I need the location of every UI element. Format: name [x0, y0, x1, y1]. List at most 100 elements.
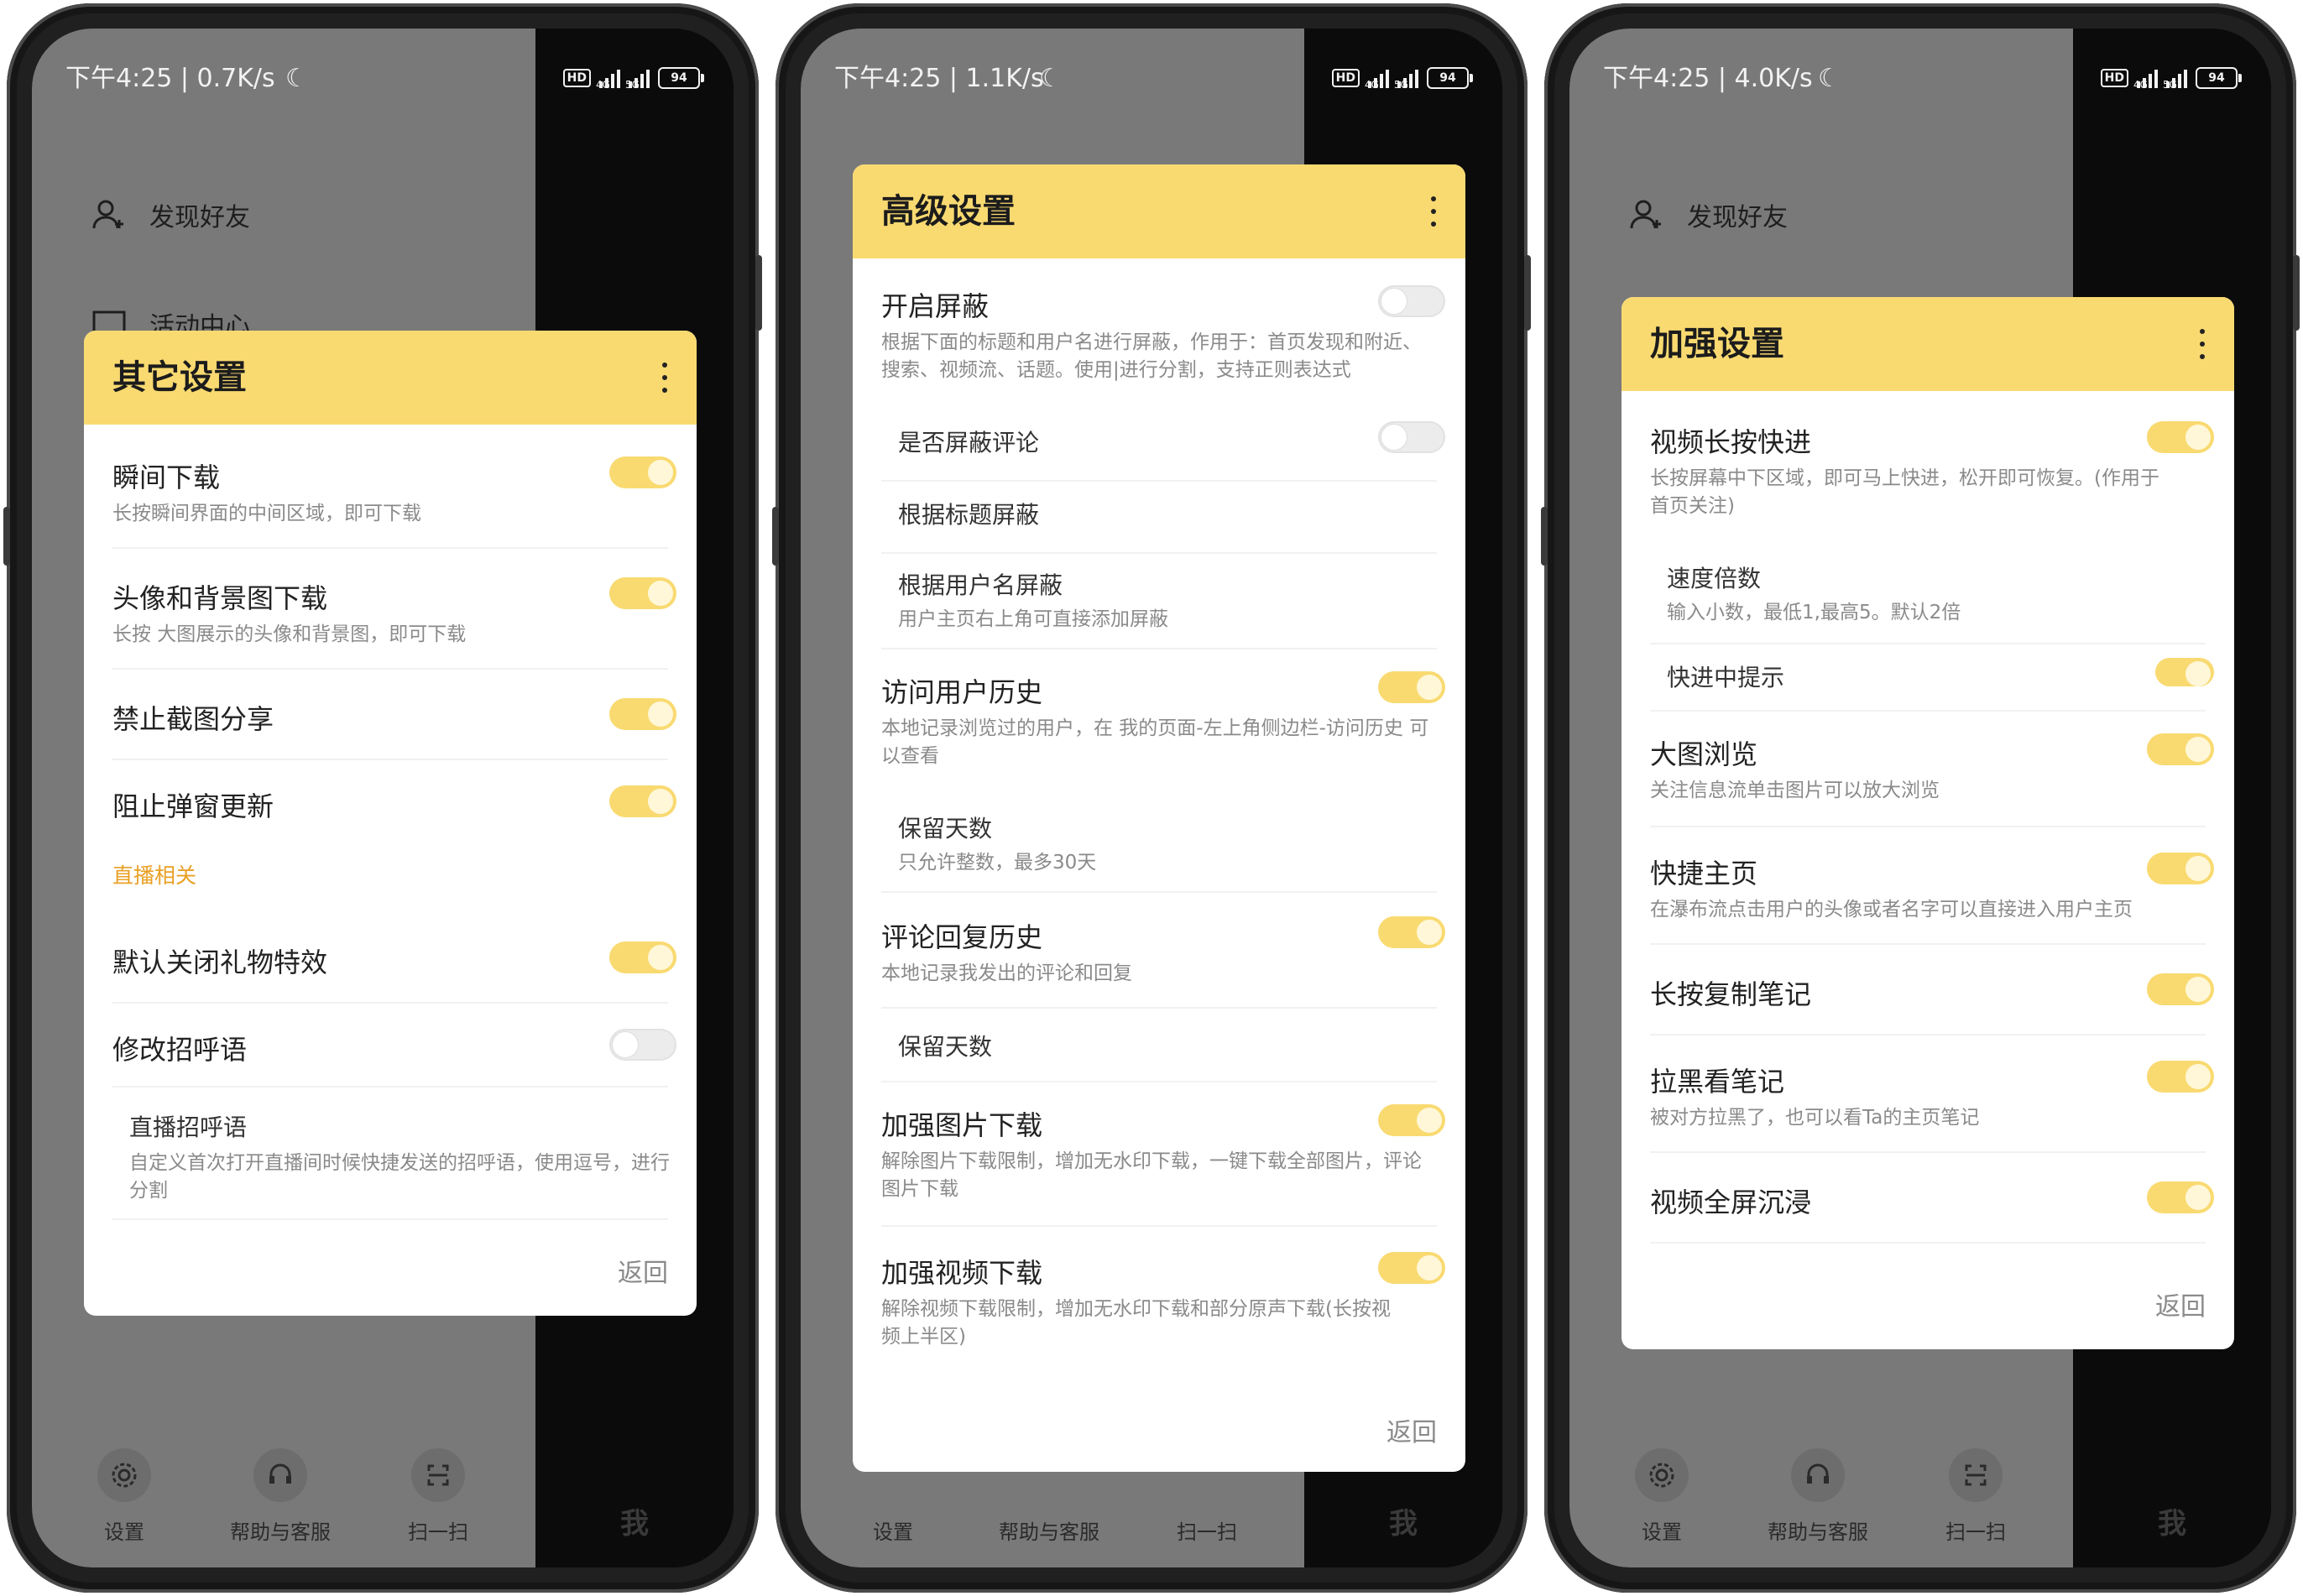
screen: 下午4:25 | 4.0K/s ☾ HD 4G 5G 94 发现好友 设置 帮助…	[1569, 29, 2271, 1567]
more-vert-icon[interactable]	[2194, 329, 2211, 359]
toggle-quick-homepage[interactable]	[2147, 853, 2214, 884]
toggle-long-press-fast-forward[interactable]	[2147, 421, 2214, 453]
toolbar-scan[interactable]: 扫一扫	[1925, 1448, 2026, 1545]
toggle-fast-forward-hint[interactable]	[2155, 658, 2214, 686]
toggle-blocked-view-notes[interactable]	[2147, 1061, 2214, 1093]
divider	[1650, 710, 2206, 712]
divider	[881, 1007, 1437, 1009]
divider	[1650, 1034, 2206, 1035]
signal-5g-icon: 5G	[625, 68, 650, 91]
row-label: 默认关闭礼物特效	[112, 947, 328, 978]
screen: 下午4:25 | 1.1K/s ☾ HD 4G 5G 94 设置 帮助与客服 扫…	[801, 29, 1502, 1567]
toolbar-label: 设置	[104, 1520, 144, 1544]
menu-find-friends[interactable]: 发现好友	[1628, 196, 1788, 233]
toggle-modify-greeting[interactable]	[609, 1029, 676, 1061]
menu-label: 发现好友	[1687, 203, 1788, 232]
toggle-avatar-download[interactable]	[609, 577, 676, 609]
more-vert-icon[interactable]	[656, 362, 673, 393]
menu-find-friends[interactable]: 发现好友	[91, 196, 250, 233]
tab-me[interactable]: 我	[2073, 1500, 2271, 1541]
status-time: 下午4:25 | 1.1K/s	[834, 64, 1044, 93]
row-desc: 用户主页右上角可直接添加屏蔽	[898, 608, 1168, 630]
side-key	[3, 507, 10, 566]
toggle-disable-gift-effects[interactable]	[609, 941, 676, 973]
dialog-header: 其它设置	[84, 331, 697, 425]
user-plus-icon	[1630, 200, 1661, 229]
row-label[interactable]: 直播招呼语	[129, 1109, 247, 1143]
row-label: 大图浏览	[1650, 738, 1758, 770]
user-plus-icon	[92, 200, 123, 229]
toolbar-label: 设置	[873, 1520, 913, 1544]
toolbar-help[interactable]: 帮助与客服	[1768, 1448, 1868, 1545]
toolbar-help[interactable]: 帮助与客服	[230, 1448, 331, 1545]
signal-5g-icon: 5G	[1394, 68, 1418, 91]
row-label[interactable]: 保留天数	[898, 1029, 992, 1062]
back-button[interactable]: 返回	[2155, 1286, 2206, 1322]
signal-4g-icon: 4G	[2133, 68, 2158, 91]
toggle-visit-history[interactable]	[1378, 671, 1445, 703]
divider	[112, 1002, 668, 1004]
tab-me[interactable]: 我	[535, 1500, 734, 1541]
status-time: 下午4:25 | 0.7K/s	[65, 64, 275, 93]
divider	[112, 759, 668, 760]
dialog-title: 其它设置	[112, 358, 247, 397]
row-label[interactable]: 保留天数	[898, 811, 992, 844]
row-label: 瞬间下载	[112, 462, 221, 493]
back-button[interactable]: 返回	[618, 1252, 668, 1289]
volume-key	[755, 255, 762, 331]
toggle-enhanced-image-download[interactable]	[1378, 1104, 1445, 1136]
divider	[881, 891, 1437, 893]
divider	[112, 547, 668, 549]
row-desc: 关注信息流单击图片可以放大浏览	[1650, 780, 1940, 801]
bottom-toolbar: 设置 帮助与客服 扫一扫 我	[32, 1408, 734, 1567]
tab-me[interactable]: 我	[1304, 1500, 1502, 1541]
settings-dialog: 其它设置 瞬间下载 长按瞬间界面的中间区域，即可下载 头像和背景图下载 长按 大…	[84, 331, 697, 1316]
divider	[112, 668, 668, 670]
row-label[interactable]: 根据用户名屏蔽	[898, 567, 1063, 601]
row-label: 快进中提示	[1667, 664, 1785, 691]
toolbar-label: 帮助与客服	[1768, 1520, 1868, 1544]
back-button[interactable]: 返回	[1386, 1411, 1437, 1448]
volume-key	[1524, 255, 1531, 331]
row-desc: 只允许整数，最多30天	[898, 852, 1097, 874]
headset-icon	[253, 1448, 307, 1502]
side-key	[1541, 507, 1548, 566]
section-header: 直播相关	[112, 863, 197, 888]
signal-4g-icon: 4G	[596, 68, 620, 91]
toolbar-settings[interactable]: 设置	[1611, 1448, 1712, 1545]
divider	[112, 1086, 668, 1087]
divider	[881, 480, 1437, 482]
row-label: 评论回复历史	[881, 921, 1043, 953]
toolbar-label: 帮助与客服	[999, 1520, 1099, 1544]
row-label[interactable]: 根据标题屏蔽	[898, 497, 1039, 530]
row-label: 快捷主页	[1650, 858, 1758, 889]
settings-dialog: 加强设置 视频长按快进 长按屏幕中下区域，即可马上快进，松开即可恢复。(作用于首…	[1622, 297, 2234, 1349]
toggle-block-screenshot-share[interactable]	[609, 698, 676, 730]
toggle-block-update-popup[interactable]	[609, 785, 676, 817]
row-desc: 本地记录我发出的评论和回复	[881, 962, 1132, 984]
row-label: 是否屏蔽评论	[898, 429, 1040, 456]
toggle-block-comments[interactable]	[1378, 421, 1445, 453]
more-vert-icon[interactable]	[1425, 196, 1442, 227]
status-bar: 下午4:25 | 1.1K/s ☾ HD 4G 5G 94	[834, 54, 1473, 104]
toggle-instant-download[interactable]	[609, 456, 676, 488]
toggle-video-fullscreen-immersive[interactable]	[2147, 1181, 2214, 1213]
toolbar-scan[interactable]: 扫一扫	[388, 1448, 488, 1545]
divider	[1650, 826, 2206, 827]
gear-icon	[1635, 1448, 1689, 1502]
row-desc: 长按瞬间界面的中间区域，即可下载	[112, 503, 421, 524]
divider	[881, 648, 1437, 649]
row-label[interactable]: 速度倍数	[1667, 561, 1761, 594]
battery-icon: 94	[658, 67, 704, 89]
toggle-enable-block[interactable]	[1378, 285, 1445, 317]
battery-icon: 94	[2196, 67, 2242, 89]
toolbar-settings[interactable]: 设置	[74, 1448, 175, 1545]
toggle-long-press-copy-note[interactable]	[2147, 973, 2214, 1005]
row-label: 视频全屏沉浸	[1650, 1187, 1812, 1218]
row-label: 加强视频下载	[881, 1257, 1043, 1289]
row-desc: 在瀑布流点击用户的头像或者名字可以直接进入用户主页	[1650, 899, 2133, 921]
toggle-comment-history[interactable]	[1378, 916, 1445, 948]
toggle-large-image-view[interactable]	[2147, 733, 2214, 765]
toggle-enhanced-video-download[interactable]	[1378, 1252, 1445, 1284]
toolbar-label: 扫一扫	[1177, 1520, 1237, 1544]
